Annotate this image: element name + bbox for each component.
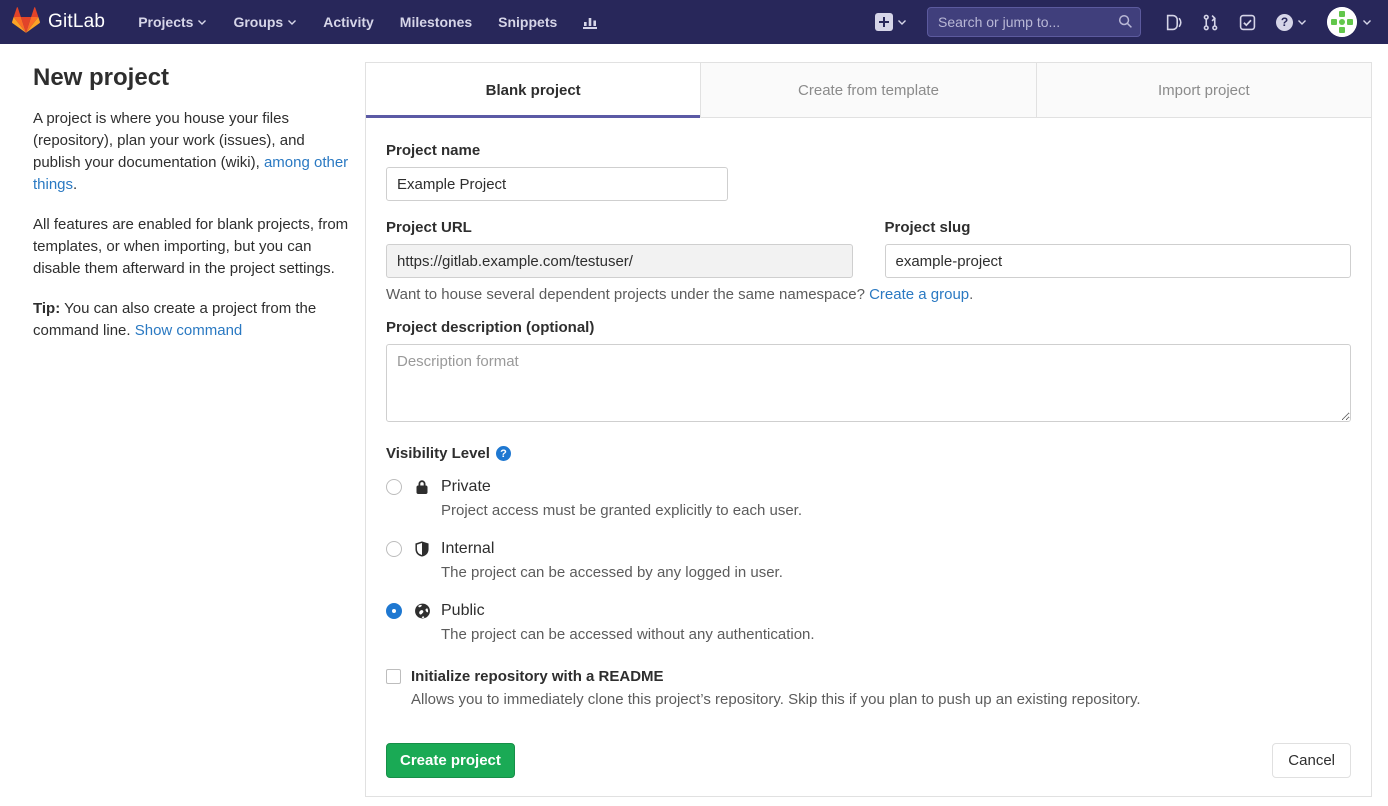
- tip-paragraph: Tip: You can also create a project from …: [33, 298, 355, 342]
- navbar-right: ?: [865, 7, 1372, 37]
- chevron-down-icon: [287, 17, 297, 27]
- global-search: [927, 7, 1141, 37]
- project-slug-label: Project slug: [885, 219, 1352, 236]
- project-description-group: Project description (optional): [386, 319, 1351, 427]
- nav-milestones[interactable]: Milestones: [389, 14, 483, 30]
- gitlab-logo-icon: [12, 6, 40, 39]
- chevron-down-icon: [897, 17, 907, 27]
- create-a-group-link[interactable]: Create a group: [869, 286, 969, 303]
- project-type-tabs: Blank project Create from template Impor…: [366, 63, 1371, 118]
- visibility-option-name: Private: [441, 476, 802, 498]
- charts-icon[interactable]: [572, 14, 608, 30]
- form-footer: Create project Cancel: [386, 743, 1351, 778]
- nav-activity[interactable]: Activity: [312, 14, 385, 30]
- project-slug-input[interactable]: [885, 244, 1352, 278]
- visibility-option-public: Public The project can be accessed witho…: [386, 600, 1351, 643]
- project-name-group: Project name: [386, 142, 1351, 201]
- gitlab-home-link[interactable]: GitLab: [12, 6, 105, 39]
- readme-description: Allows you to immediately clone this pro…: [411, 691, 1141, 708]
- project-url-input[interactable]: [386, 244, 853, 278]
- search-input[interactable]: [927, 7, 1141, 37]
- new-project-page: GitLab Projects Groups Activity Mileston…: [0, 0, 1388, 806]
- merge-requests-icon[interactable]: [1192, 14, 1229, 31]
- cancel-button[interactable]: Cancel: [1272, 743, 1351, 778]
- namespace-hint: Want to house several dependent projects…: [386, 286, 1351, 303]
- page-title: New project: [33, 64, 355, 92]
- tab-blank-project[interactable]: Blank project: [366, 63, 701, 118]
- chevron-down-icon: [1297, 17, 1307, 27]
- visibility-level-label: Visibility Level ?: [386, 445, 1351, 462]
- tab-import-project[interactable]: Import project: [1037, 63, 1371, 118]
- search-icon: [1118, 14, 1133, 34]
- visibility-option-description: The project can be accessed by any logge…: [441, 564, 783, 581]
- todos-icon[interactable]: [1229, 14, 1266, 31]
- features-paragraph: All features are enabled for blank proje…: [33, 214, 355, 280]
- project-name-input[interactable]: [386, 167, 728, 201]
- lock-icon: [414, 478, 430, 496]
- globe-icon: [414, 602, 430, 620]
- avatar: [1327, 7, 1357, 37]
- new-project-panel: Blank project Create from template Impor…: [365, 62, 1372, 797]
- user-menu-button[interactable]: [1317, 7, 1372, 37]
- project-name-label: Project name: [386, 142, 1351, 159]
- visibility-help-icon[interactable]: ?: [496, 446, 511, 461]
- project-description-input[interactable]: [386, 344, 1351, 422]
- initialize-readme-checkbox[interactable]: [386, 669, 401, 684]
- nav-groups[interactable]: Groups: [222, 14, 308, 30]
- readme-option: Initialize repository with a README Allo…: [386, 666, 1351, 708]
- blank-project-form: Project name Project URL Project slug Wa…: [366, 118, 1371, 796]
- visibility-option-description: The project can be accessed without any …: [441, 626, 815, 643]
- brand-name: GitLab: [48, 11, 105, 33]
- help-menu-button[interactable]: ?: [1266, 14, 1317, 31]
- help-icon: ?: [1276, 14, 1293, 31]
- visibility-option-description: Project access must be granted explicitl…: [441, 502, 802, 519]
- project-slug-group: Project slug: [885, 219, 1352, 278]
- new-project-sidebar: New project A project is where you house…: [33, 62, 365, 797]
- issues-icon[interactable]: [1155, 14, 1192, 31]
- new-menu-button[interactable]: [865, 13, 917, 31]
- top-navbar: GitLab Projects Groups Activity Mileston…: [0, 0, 1388, 44]
- project-description-label: Project description (optional): [386, 319, 1351, 336]
- chevron-down-icon: [1362, 17, 1372, 27]
- visibility-option-name: Internal: [441, 538, 783, 560]
- shield-icon: [414, 540, 430, 558]
- visibility-option-internal: Internal The project can be accessed by …: [386, 538, 1351, 581]
- readme-label: Initialize repository with a README: [411, 666, 1141, 687]
- internal-radio[interactable]: [386, 541, 402, 557]
- show-command-link[interactable]: Show command: [135, 322, 243, 339]
- chevron-down-icon: [197, 17, 207, 27]
- page-content: New project A project is where you house…: [0, 44, 1388, 797]
- visibility-option-name: Public: [441, 600, 815, 622]
- project-url-label: Project URL: [386, 219, 853, 236]
- private-radio[interactable]: [386, 479, 402, 495]
- public-radio[interactable]: [386, 603, 402, 619]
- url-slug-row: Project URL Project slug: [386, 219, 1351, 278]
- nav-projects[interactable]: Projects: [127, 14, 218, 30]
- navbar-left: GitLab Projects Groups Activity Mileston…: [12, 6, 608, 39]
- visibility-option-private: Private Project access must be granted e…: [386, 476, 1351, 519]
- create-project-button[interactable]: Create project: [386, 743, 515, 778]
- intro-paragraph: A project is where you house your files …: [33, 108, 355, 196]
- tab-create-from-template[interactable]: Create from template: [701, 63, 1036, 118]
- visibility-section: Visibility Level ? Private Project acces…: [386, 445, 1351, 662]
- project-url-group: Project URL: [386, 219, 853, 278]
- plus-square-icon: [875, 13, 893, 31]
- nav-snippets[interactable]: Snippets: [487, 14, 568, 30]
